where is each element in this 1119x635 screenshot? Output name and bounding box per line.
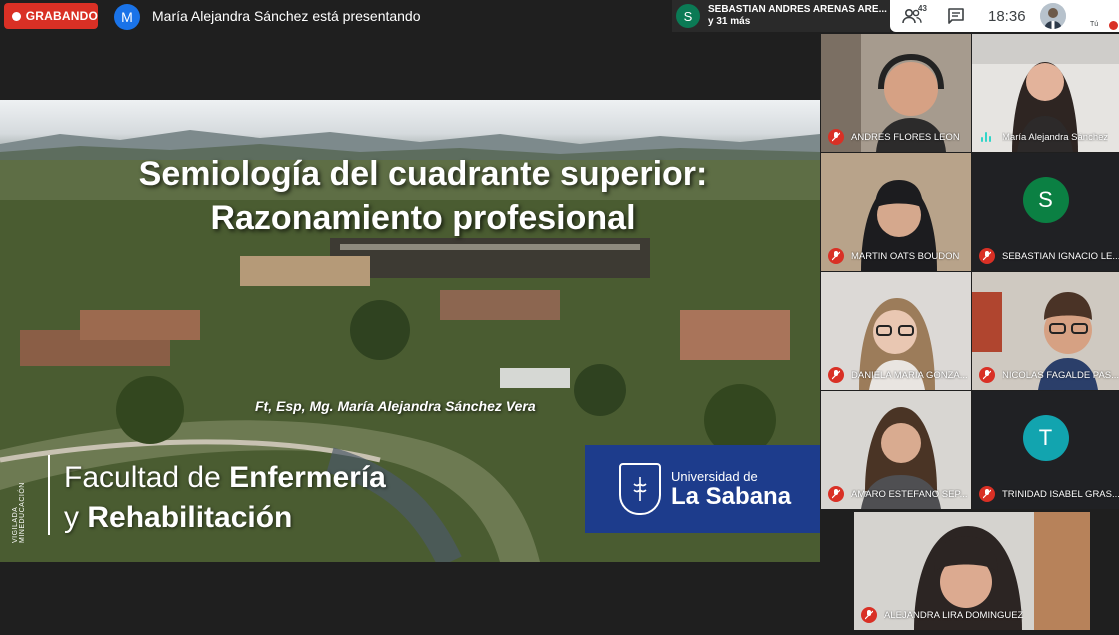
active-participants-chip[interactable]: S SEBASTIAN ANDRES ARENAS ARE... y 31 má… <box>672 0 890 32</box>
top-toolbar: 43 18:36 <box>890 0 1119 32</box>
participant-tile[interactable]: S SEBASTIAN IGNACIO LE... <box>972 153 1119 271</box>
muted-mic-icon <box>979 248 995 264</box>
participant-name: MARTIN OATS BOUDON <box>851 251 960 262</box>
self-avatar[interactable] <box>1039 3 1066 29</box>
self-label: Tú <box>1090 21 1099 28</box>
self-muted-indicator <box>1109 21 1118 30</box>
recording-label: GRABANDO <box>25 9 98 23</box>
participant-tile[interactable]: ALEJANDRA LIRA DOMINGUEZ <box>854 512 1090 630</box>
muted-mic-icon <box>979 367 995 383</box>
participant-count: 43 <box>918 4 927 13</box>
muted-mic-icon <box>828 486 844 502</box>
slide-title-line1: Semiología del cuadrante superior: <box>138 155 708 193</box>
participant-name: ANDRES FLORES LEON <box>851 132 960 143</box>
faculty-line1-bold: Enfermería <box>229 461 386 494</box>
muted-mic-icon <box>828 248 844 264</box>
slide-divider <box>48 455 50 535</box>
participant-name: TRINIDAD ISABEL GRAS... <box>1002 489 1119 500</box>
slide-author: Ft, Esp, Mg. María Alejandra Sánchez Ver… <box>255 398 536 414</box>
chat-icon <box>948 8 964 24</box>
participant-name: María Alejandra Sánchez <box>1002 132 1109 143</box>
meet-window: GRABANDO M María Alejandra Sánchez está … <box>0 0 1119 635</box>
presenter-avatar: M <box>114 4 140 30</box>
muted-mic-icon <box>861 607 877 623</box>
speaking-indicator-icon <box>981 132 993 142</box>
logo-line2: La Sabana <box>671 482 792 510</box>
participant-avatar: S <box>1022 177 1069 224</box>
participant-name: AMARO ESTEFANO SEP... <box>851 489 968 500</box>
participant-tile[interactable]: AMARO ESTEFANO SEP... <box>821 391 971 509</box>
slide-side-motto: VIGILADA MINEDUCACIÓN <box>12 482 26 543</box>
participant-name: DANIELA MARIA GONZA... <box>851 370 968 381</box>
slide-title: Semiología del cuadrante superior: Razon… <box>0 152 820 240</box>
presentation-slide: Semiología del cuadrante superior: Razon… <box>0 100 820 562</box>
chip-line1: SEBASTIAN ANDRES ARENAS ARE... <box>708 4 887 15</box>
faculty-line2-prefix: y <box>64 501 88 534</box>
logo-line1: Universidad de <box>671 468 758 484</box>
participant-name: NICOLAS FAGALDE PAS... <box>1002 370 1119 381</box>
recording-badge[interactable]: GRABANDO <box>4 3 98 29</box>
chip-text: SEBASTIAN ANDRES ARENAS ARE... y 31 más <box>708 4 887 28</box>
self-person-icon <box>1039 3 1066 29</box>
university-seal-icon <box>619 463 661 515</box>
faculty-line2-bold: Rehabilitación <box>87 501 293 534</box>
presenter-status: María Alejandra Sánchez está presentando <box>152 8 421 24</box>
slide-faculty: Facultad de Enfermería y Rehabilitación <box>64 458 386 538</box>
participant-name: SEBASTIAN IGNACIO LE... <box>1002 251 1119 262</box>
chat-button[interactable] <box>934 0 978 32</box>
slide-title-line2: Razonamiento profesional <box>210 199 636 237</box>
clock: 18:36 <box>988 7 1026 25</box>
participant-tile[interactable]: DANIELA MARIA GONZA... <box>821 272 971 390</box>
faculty-line1-prefix: Facultad de <box>64 461 230 494</box>
participant-name: ALEJANDRA LIRA DOMINGUEZ <box>884 610 1024 621</box>
participant-tile[interactable]: María Alejandra Sánchez <box>972 34 1119 152</box>
muted-mic-icon <box>979 486 995 502</box>
chip-avatar: S <box>676 4 700 28</box>
participant-avatar: T <box>1022 415 1069 462</box>
participant-tile[interactable]: MARTIN OATS BOUDON <box>821 153 971 271</box>
participant-tile[interactable]: ANDRES FLORES LEON <box>821 34 971 152</box>
chip-line2: y 31 más <box>708 16 751 27</box>
university-logo: Universidad de La Sabana <box>585 445 820 533</box>
participant-tile[interactable]: NICOLAS FAGALDE PAS... <box>972 272 1119 390</box>
participant-tile[interactable]: T TRINIDAD ISABEL GRAS... <box>972 391 1119 509</box>
muted-mic-icon <box>828 129 844 145</box>
participants-button[interactable]: 43 <box>890 0 934 32</box>
muted-mic-icon <box>828 367 844 383</box>
recording-dot-icon <box>12 11 21 21</box>
